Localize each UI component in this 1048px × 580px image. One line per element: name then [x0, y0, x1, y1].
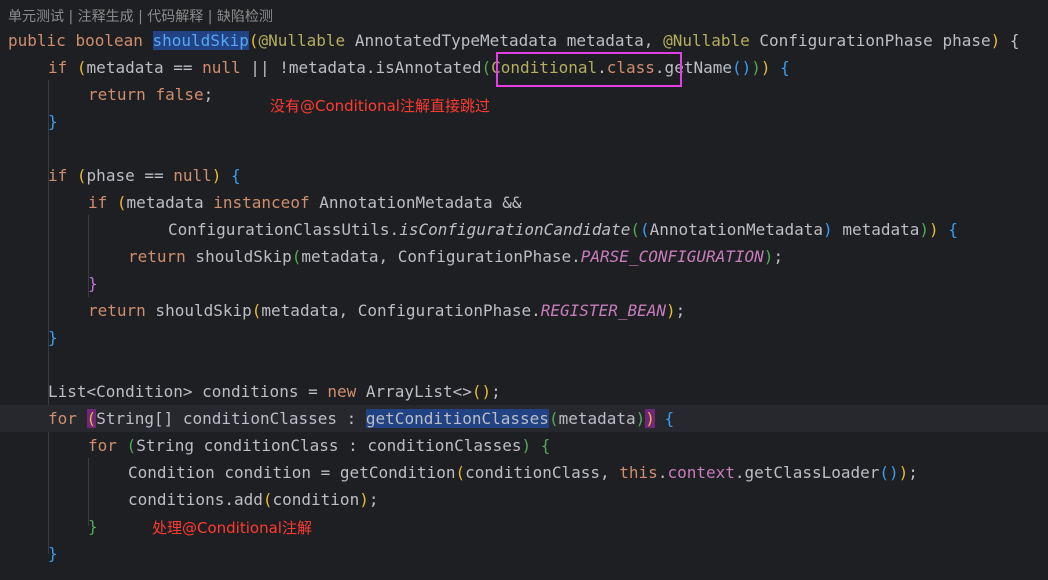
codelens-separator: |: [203, 9, 217, 25]
method-call-getconditionclasses[interactable]: getConditionClasses: [365, 409, 549, 428]
conditional-class-highlight-box: [496, 52, 682, 87]
code-line-15[interactable]: for (String[] conditionClasses : getCond…: [0, 405, 1048, 432]
matched-brace-open: (: [86, 409, 97, 428]
code-line-10[interactable]: }: [0, 270, 1048, 297]
codelens-detect-defects[interactable]: 缺陷检测: [217, 9, 273, 25]
code-line-11[interactable]: return shouldSkip(metadata, Configuratio…: [0, 297, 1048, 324]
codelens-separator: |: [64, 9, 78, 25]
code-editor[interactable]: 单元测试 | 注释生成 | 代码解释 | 缺陷检测 public boolean…: [0, 0, 1048, 580]
codelens-generate-comments[interactable]: 注释生成: [78, 9, 134, 25]
code-line-18[interactable]: conditions.add(condition);: [0, 486, 1048, 513]
code-line-12[interactable]: }: [0, 324, 1048, 351]
code-line-9[interactable]: return shouldSkip(metadata, Configuratio…: [0, 243, 1048, 270]
annotation-process-note: 处理@Conditional注解: [152, 519, 312, 537]
codelens-unit-test[interactable]: 单元测试: [8, 9, 64, 25]
code-line-4[interactable]: }: [0, 108, 1048, 135]
codelens-separator: |: [133, 9, 148, 25]
matched-brace-close: ): [645, 409, 655, 428]
code-line-8[interactable]: ConfigurationClassUtils.isConfigurationC…: [0, 216, 1048, 243]
method-name-shouldskip[interactable]: shouldSkip: [152, 31, 249, 50]
code-line-6[interactable]: if (phase == null) {: [0, 162, 1048, 189]
codelens-explain-code[interactable]: 代码解释: [147, 9, 203, 25]
annotation-skip-note: 没有@Conditional注解直接跳过: [270, 97, 490, 115]
code-line-7[interactable]: if (metadata instanceof AnnotationMetada…: [0, 189, 1048, 216]
ai-codelens-actions: 单元测试 | 注释生成 | 代码解释 | 缺陷检测: [8, 6, 273, 26]
code-line-16[interactable]: for (String conditionClass : conditionCl…: [0, 432, 1048, 459]
code-line-17[interactable]: Condition condition = getCondition(condi…: [0, 459, 1048, 486]
code-line-20[interactable]: }: [0, 540, 1048, 567]
code-line-1[interactable]: public boolean shouldSkip(@Nullable Anno…: [0, 27, 1048, 54]
code-line-14[interactable]: List<Condition> conditions = new ArrayLi…: [0, 378, 1048, 405]
